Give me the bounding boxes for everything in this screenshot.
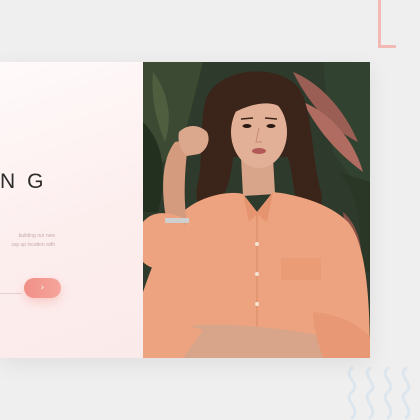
hero-headline: NG <box>0 170 143 194</box>
email-input-underline[interactable] <box>0 293 22 294</box>
hero-text-panel: NG building our new say up location with… <box>0 62 143 358</box>
portrait-illustration <box>143 62 370 358</box>
submit-arrow-button[interactable]: › <box>24 278 61 298</box>
corner-bracket-decor <box>378 0 396 48</box>
wave-decor-icon <box>347 366 411 420</box>
hero-card: NG building our new say up location with… <box>0 62 370 358</box>
hero-description: building our new say up location with <box>11 232 55 250</box>
arrow-right-icon: › <box>40 282 45 293</box>
landing-page-mockup: NG building our new say up location with… <box>0 0 420 420</box>
woman-portrait-photo <box>143 62 370 358</box>
hero-description-line-1: building our new <box>18 233 55 239</box>
hero-description-line-2: say up location with <box>11 242 55 248</box>
hero-headline-text: NG <box>0 170 56 193</box>
